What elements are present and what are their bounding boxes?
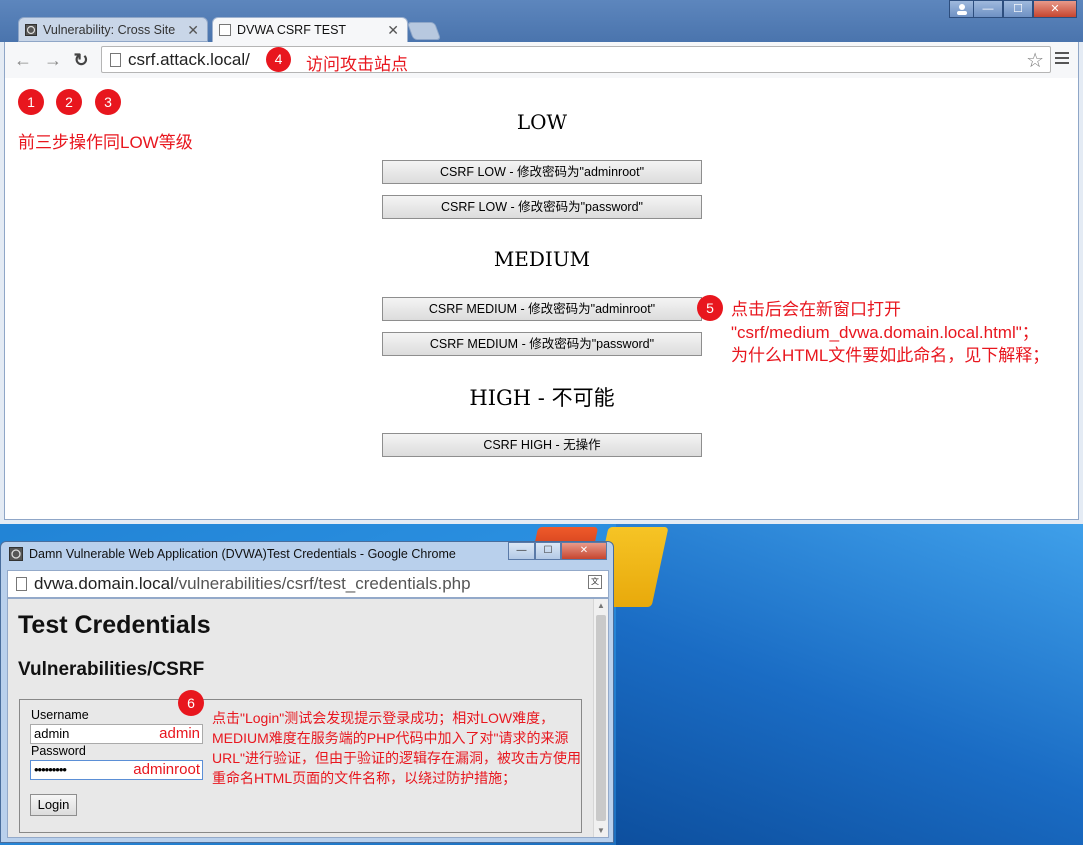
popup-page: Test Credentials Vulnerabilities/CSRF Us… xyxy=(7,598,609,838)
close-tab-icon[interactable]: ✕ xyxy=(387,22,399,39)
user-profile-button[interactable] xyxy=(949,0,975,18)
tab-dvwa-csrf-test[interactable]: DVWA CSRF TEST ✕ xyxy=(212,17,408,42)
annotation-steps-same-as-low: 前三步操作同LOW等级 xyxy=(18,133,193,152)
password-value: ••••••••• xyxy=(34,762,67,777)
main-browser-window: Vulnerability: Cross Site ✕ DVWA CSRF TE… xyxy=(0,0,1083,524)
high-heading: HIGH - 不可能 xyxy=(469,386,615,410)
annotation-new-window: 点击后会在新窗口打开 "csrf/medium_dvwa.domain.loca… xyxy=(731,298,1049,367)
low-heading: LOW xyxy=(516,110,568,134)
page-icon xyxy=(110,53,121,67)
popup-title: Damn Vulnerable Web Application (DVWA)Te… xyxy=(29,547,456,561)
dvwa-favicon-icon xyxy=(25,24,37,36)
tab-vulnerability[interactable]: Vulnerability: Cross Site ✕ xyxy=(18,17,208,42)
step-badge-1: 1 xyxy=(18,89,44,115)
close-tab-icon[interactable]: ✕ xyxy=(187,22,199,39)
back-arrow-icon[interactable]: ← xyxy=(13,50,33,70)
step-badge-4: 4 xyxy=(266,47,291,72)
address-text[interactable]: csrf.attack.local/ xyxy=(128,50,250,70)
popup-url[interactable]: dvwa.domain.local/vulnerabilities/csrf/t… xyxy=(34,574,471,594)
scroll-thumb[interactable] xyxy=(596,615,606,821)
username-value: admin xyxy=(34,726,70,741)
dvwa-favicon-icon xyxy=(9,547,23,564)
browser-toolbar: ← → ↻ csrf.attack.local/ 4 访问攻击站点 ☆ xyxy=(4,42,1079,78)
login-button[interactable]: Login xyxy=(30,794,77,816)
minimize-button[interactable]: — xyxy=(973,0,1003,18)
desktop-background xyxy=(616,524,1083,845)
translate-icon[interactable]: 文 xyxy=(588,575,602,589)
step-badge-3: 3 xyxy=(95,89,121,115)
username-hint: admin xyxy=(159,725,200,742)
bookmark-star-icon[interactable]: ☆ xyxy=(1026,48,1044,73)
user-icon xyxy=(957,4,967,15)
step-badge-2: 2 xyxy=(56,89,82,115)
page-icon xyxy=(219,24,231,36)
csrf-low-password-button[interactable]: CSRF LOW - 修改密码为"password" xyxy=(382,195,702,219)
username-label: Username xyxy=(31,708,89,722)
csrf-low-adminroot-button[interactable]: CSRF LOW - 修改密码为"adminroot" xyxy=(382,160,702,184)
scroll-down-icon[interactable]: ▼ xyxy=(597,826,605,835)
csrf-medium-adminroot-button[interactable]: CSRF MEDIUM - 修改密码为"adminroot" xyxy=(382,297,702,321)
close-window-button[interactable]: ✕ xyxy=(1033,0,1077,18)
annotation-visit-attack-site: 访问攻击站点 xyxy=(306,55,408,74)
password-label: Password xyxy=(31,744,86,758)
popup-url-path: /vulnerabilities/csrf/test_credentials.p… xyxy=(173,574,471,593)
step-badge-6: 6 xyxy=(178,690,204,716)
popup-url-domain: dvwa.domain.local xyxy=(34,574,174,593)
reload-icon[interactable]: ↻ xyxy=(71,50,91,70)
menu-icon[interactable] xyxy=(1055,52,1069,67)
annotation-line: "csrf/medium_dvwa.domain.local.html"； xyxy=(731,323,1039,342)
popup-close-button[interactable]: ✕ xyxy=(561,542,607,560)
popup-minimize-button[interactable]: — xyxy=(508,542,535,560)
popup-maximize-button[interactable]: ☐ xyxy=(535,542,561,560)
password-hint: adminroot xyxy=(133,761,200,778)
page-content: 1 2 3 前三步操作同LOW等级 LOW CSRF LOW - 修改密码为"a… xyxy=(4,78,1079,520)
new-tab-button[interactable] xyxy=(406,22,442,40)
tab-label: Vulnerability: Cross Site xyxy=(43,23,176,37)
test-credentials-heading: Test Credentials xyxy=(18,611,211,639)
address-bar[interactable]: csrf.attack.local/ 4 访问攻击站点 ☆ xyxy=(101,46,1051,74)
maximize-button[interactable]: ☐ xyxy=(1003,0,1033,18)
tab-strip: Vulnerability: Cross Site ✕ DVWA CSRF TE… xyxy=(0,0,1083,42)
csrf-medium-password-button[interactable]: CSRF MEDIUM - 修改密码为"password" xyxy=(382,332,702,356)
password-input[interactable]: ••••••••• adminroot xyxy=(30,760,203,780)
scroll-up-icon[interactable]: ▲ xyxy=(597,601,605,610)
page-icon xyxy=(16,577,27,591)
annotation-login-explanation: 点击"Login"测试会发现提示登录成功；相对LOW难度，MEDIUM难度在服务… xyxy=(212,710,581,786)
credentials-form: Username admin admin Password ••••••••• … xyxy=(19,690,582,833)
popup-address-bar[interactable]: dvwa.domain.local/vulnerabilities/csrf/t… xyxy=(7,570,609,598)
forward-arrow-icon[interactable]: → xyxy=(43,50,63,70)
popup-browser-window: Damn Vulnerable Web Application (DVWA)Te… xyxy=(0,541,614,843)
username-input[interactable]: admin admin xyxy=(30,724,203,744)
csrf-high-button[interactable]: CSRF HIGH - 无操作 xyxy=(382,433,702,457)
annotation-line: 点击后会在新窗口打开 xyxy=(731,300,901,319)
scrollbar[interactable]: ▲ ▼ xyxy=(593,599,608,837)
vulnerabilities-csrf-subheading: Vulnerabilities/CSRF xyxy=(18,659,205,680)
medium-heading: MEDIUM xyxy=(493,247,591,271)
annotation-line: 为什么HTML文件要如此命名，见下解释； xyxy=(731,346,1050,365)
step-badge-5: 5 xyxy=(697,295,723,321)
window-controls: — ☐ ✕ xyxy=(973,0,1077,18)
tab-label: DVWA CSRF TEST xyxy=(237,23,347,37)
